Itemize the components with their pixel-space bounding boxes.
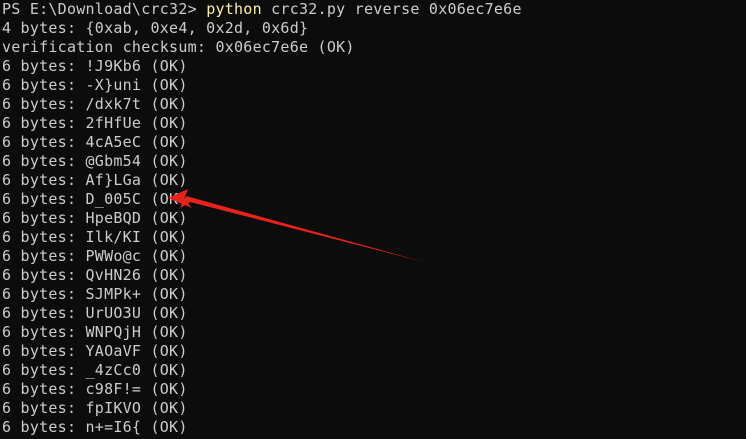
command-args: crc32.py reverse 0x06ec7e6e [261, 0, 522, 18]
result-line: 6 bytes: PWWo@c (OK) [2, 247, 188, 265]
result-line: 6 bytes: 4cA5eC (OK) [2, 133, 188, 151]
result-line: 6 bytes: !J9Kb6 (OK) [2, 57, 188, 75]
result-line: 6 bytes: HpeBQD (OK) [2, 209, 188, 227]
result-line: 6 bytes: Ilk/KI (OK) [2, 228, 188, 246]
result-line: 6 bytes: @Gbm54 (OK) [2, 152, 188, 170]
result-line: 6 bytes: -X}uni (OK) [2, 76, 188, 94]
result-line: 6 bytes: SJMPk+ (OK) [2, 285, 188, 303]
arrow-shaft [180, 196, 424, 262]
result-line: 6 bytes: n+=I6{ (OK) [2, 418, 188, 436]
terminal-window[interactable]: PS E:\Download\crc32> python crc32.py re… [0, 0, 746, 439]
prompt-line: PS E:\Download\crc32> python crc32.py re… [2, 0, 522, 19]
result-line: 6 bytes: UrUO3U (OK) [2, 304, 188, 322]
result-line-highlighted: 6 bytes: D_005C (OK) [2, 190, 188, 208]
result-line: 6 bytes: /dxk7t (OK) [2, 95, 188, 113]
output-bytes-line: 4 bytes: {0xab, 0xe4, 0x2d, 0x6d} [2, 19, 309, 37]
result-line: 6 bytes: 2fHfUe (OK) [2, 114, 188, 132]
command-name: python [206, 0, 262, 18]
result-line: 6 bytes: fpIKVO (OK) [2, 399, 188, 417]
output-checksum-line: verification checksum: 0x06ec7e6e (OK) [2, 38, 355, 56]
result-line: 6 bytes: c98F!= (OK) [2, 380, 188, 398]
result-line: 6 bytes: Af}LGa (OK) [2, 171, 188, 189]
result-line: 6 bytes: _4zCc0 (OK) [2, 361, 188, 379]
prompt-text: PS E:\Download\crc32> [2, 0, 207, 18]
result-line: 6 bytes: YAOaVF (OK) [2, 342, 188, 360]
result-line: 6 bytes: WNPQjH (OK) [2, 323, 188, 341]
result-line: 6 bytes: QvHN26 (OK) [2, 266, 188, 284]
